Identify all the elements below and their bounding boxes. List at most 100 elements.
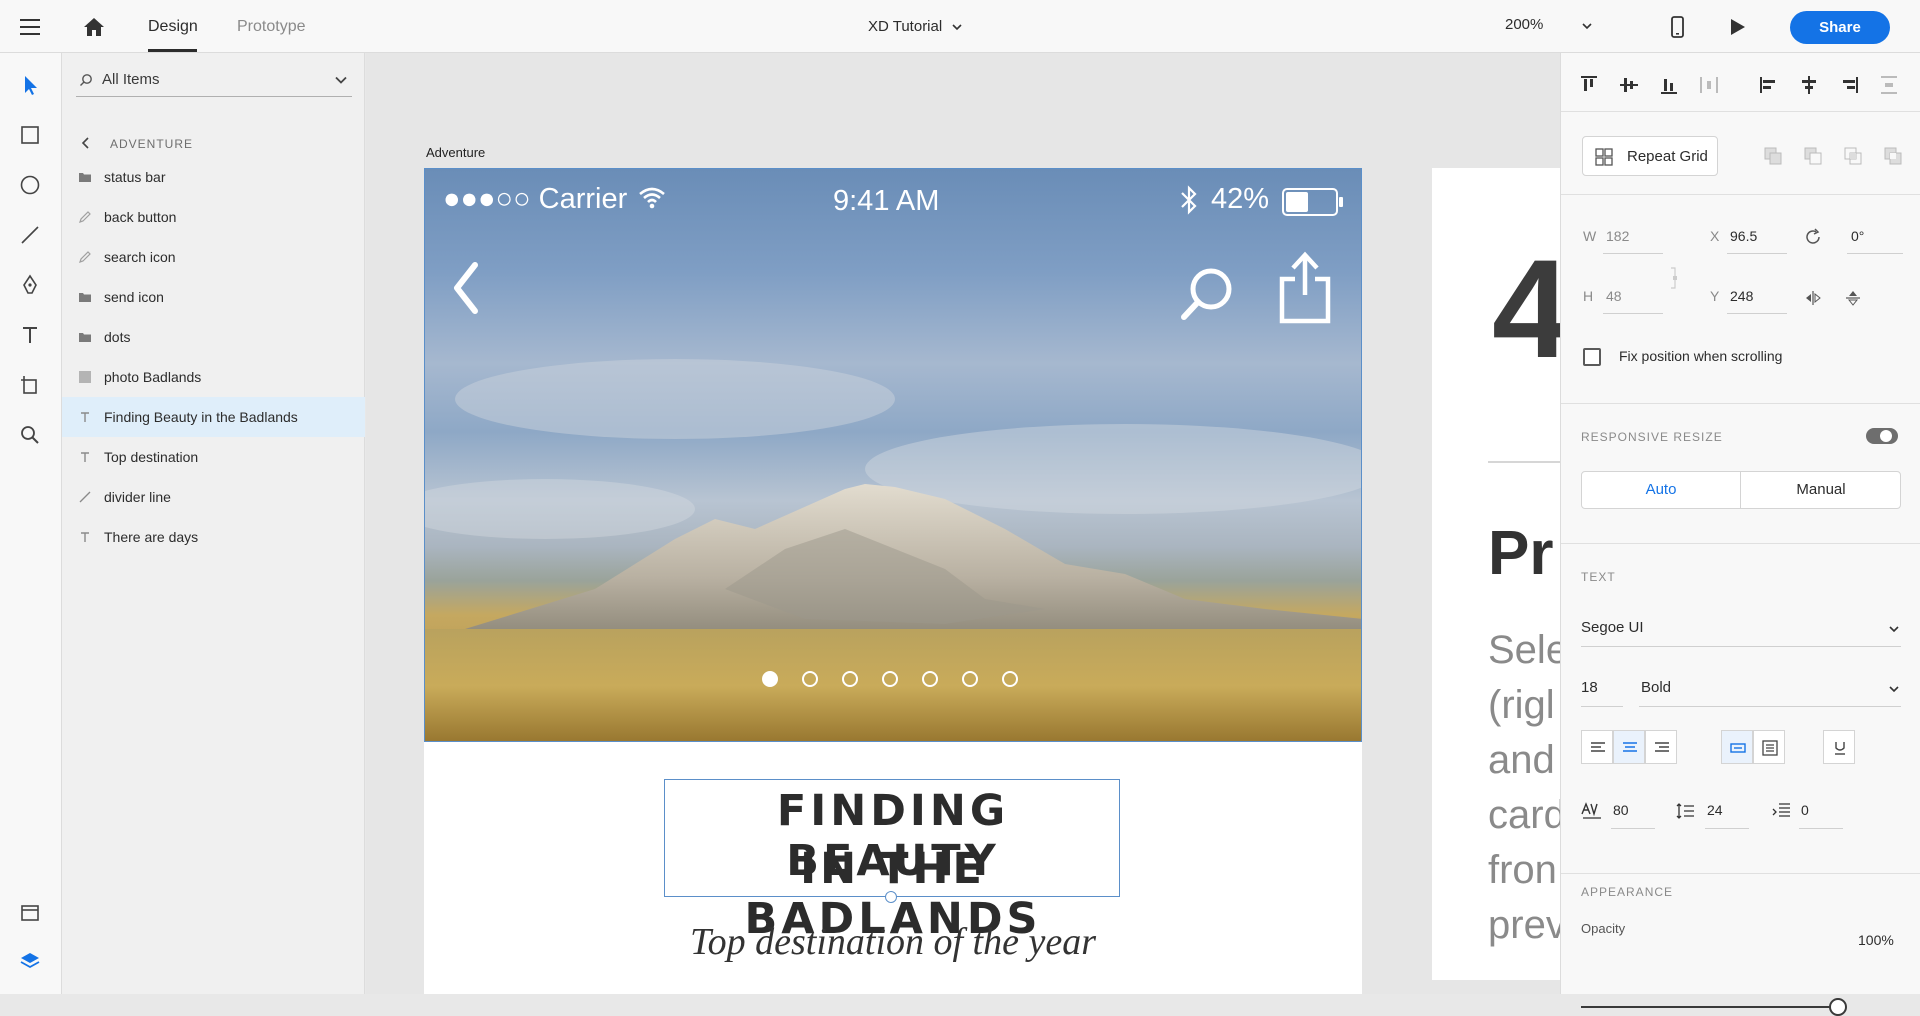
- tab-prototype[interactable]: Prototype: [237, 18, 305, 36]
- pen-tool-icon[interactable]: [18, 273, 42, 297]
- device-preview-icon[interactable]: [1665, 14, 1689, 40]
- align-middle-icon[interactable]: [1617, 73, 1641, 97]
- paragraph-spacing-field[interactable]: 0: [1801, 802, 1809, 818]
- document-title[interactable]: XD Tutorial: [868, 18, 942, 35]
- font-size-field[interactable]: 18: [1581, 679, 1598, 696]
- search-icon[interactable]: [1177, 265, 1237, 325]
- flip-horizontal-icon[interactable]: [1803, 288, 1823, 313]
- text-tool-icon[interactable]: [18, 323, 42, 347]
- align-left-icon[interactable]: [1757, 73, 1781, 97]
- layers-filter[interactable]: All Items: [76, 63, 352, 97]
- back-button-icon[interactable]: [447, 259, 483, 319]
- share-button[interactable]: Share: [1790, 11, 1890, 44]
- opacity-slider-handle[interactable]: [1829, 998, 1847, 1016]
- opacity-value[interactable]: 100%: [1858, 932, 1894, 948]
- chevron-down-icon[interactable]: [1887, 622, 1901, 641]
- carousel-dot-active[interactable]: [762, 671, 778, 687]
- rotation-field[interactable]: 0°: [1851, 228, 1864, 244]
- chevron-down-icon[interactable]: [950, 20, 964, 34]
- distribute-horizontal-icon[interactable]: [1697, 73, 1721, 97]
- layer-item[interactable]: status bar: [62, 157, 365, 197]
- artboard-adventure[interactable]: ●●●○○ Carrier 9:41 AM 42% FINDING BEAUTY…: [424, 168, 1362, 994]
- layer-item[interactable]: Top destination: [62, 437, 365, 477]
- align-top-icon[interactable]: [1577, 73, 1601, 97]
- home-icon[interactable]: [80, 13, 108, 41]
- send-icon[interactable]: [1277, 251, 1333, 325]
- artboard-label[interactable]: Adventure: [426, 145, 485, 160]
- line-spacing-field[interactable]: 24: [1707, 802, 1723, 818]
- layer-item-selected[interactable]: Finding Beauty in the Badlands: [62, 397, 365, 437]
- font-weight-dropdown[interactable]: Bold: [1641, 679, 1671, 696]
- auto-width-text-button[interactable]: [1721, 730, 1753, 764]
- tab-design[interactable]: Design: [148, 18, 198, 36]
- width-field[interactable]: 182: [1606, 228, 1629, 244]
- text-align-left-button[interactable]: [1581, 730, 1613, 764]
- repeat-grid-button[interactable]: Repeat Grid: [1582, 136, 1718, 176]
- opacity-slider-track[interactable]: [1581, 1006, 1836, 1008]
- rectangle-tool-icon[interactable]: [18, 123, 42, 147]
- chevron-down-icon[interactable]: [1887, 682, 1901, 701]
- artboard-tool-icon[interactable]: [18, 373, 42, 397]
- distribute-vertical-icon[interactable]: [1877, 73, 1901, 97]
- boolean-intersect-icon[interactable]: [1843, 146, 1863, 166]
- carousel-dot[interactable]: [882, 671, 898, 687]
- resize-handle[interactable]: [885, 891, 897, 903]
- layer-item[interactable]: back button: [62, 197, 365, 237]
- design-canvas[interactable]: Adventure ●●●○○ Carrier 9:41 AM 42% FIND…: [366, 53, 1561, 994]
- height-field[interactable]: 48: [1606, 288, 1622, 304]
- assets-panel-icon[interactable]: [18, 901, 42, 925]
- bluetooth-icon: [1177, 183, 1201, 222]
- chevron-down-icon[interactable]: [334, 73, 348, 87]
- line-tool-icon[interactable]: [18, 223, 42, 247]
- carousel-dot[interactable]: [922, 671, 938, 687]
- selected-text-box[interactable]: FINDING BEAUTY IN THE BADLANDS: [664, 779, 1120, 944]
- text-align-right-button[interactable]: [1645, 730, 1677, 764]
- carousel-dot[interactable]: [842, 671, 858, 687]
- align-bottom-icon[interactable]: [1657, 73, 1681, 97]
- flip-vertical-icon[interactable]: [1843, 288, 1863, 313]
- select-tool-icon[interactable]: [18, 73, 42, 97]
- layer-item[interactable]: There are days: [62, 517, 365, 557]
- back-chevron-icon[interactable]: [80, 136, 92, 150]
- boolean-add-icon[interactable]: [1763, 146, 1783, 166]
- fix-position-label: Fix position when scrolling: [1619, 348, 1783, 364]
- lock-aspect-icon[interactable]: [1669, 266, 1681, 295]
- artboard-secondary[interactable]: 4 Pr Sele (rigl and card fron prev: [1432, 168, 1561, 980]
- carousel-dot[interactable]: [802, 671, 818, 687]
- hamburger-menu-icon[interactable]: [18, 14, 44, 40]
- layers-panel-icon[interactable]: [18, 949, 42, 973]
- fixed-size-text-button[interactable]: [1753, 730, 1785, 764]
- underline-button[interactable]: [1823, 730, 1855, 764]
- folder-icon: [78, 290, 92, 304]
- zoom-tool-icon[interactable]: [18, 423, 42, 447]
- layer-item[interactable]: photo Badlands: [62, 357, 365, 397]
- align-center-icon[interactable]: [1797, 73, 1821, 97]
- photo-badlands[interactable]: ●●●○○ Carrier 9:41 AM 42%: [424, 168, 1362, 742]
- text-align-center-button[interactable]: [1613, 730, 1645, 764]
- height-label: H: [1583, 288, 1594, 304]
- boolean-subtract-icon[interactable]: [1803, 146, 1823, 166]
- chevron-down-icon[interactable]: [1580, 19, 1594, 33]
- carousel-dot[interactable]: [1002, 671, 1018, 687]
- carousel-dots[interactable]: [760, 669, 1020, 689]
- align-right-icon[interactable]: [1837, 73, 1861, 97]
- layer-item[interactable]: send icon: [62, 277, 365, 317]
- ellipse-tool-icon[interactable]: [18, 173, 42, 197]
- status-bar[interactable]: ●●●○○ Carrier 9:41 AM 42%: [425, 169, 1361, 229]
- zoom-level[interactable]: 200%: [1505, 16, 1543, 33]
- font-family-dropdown[interactable]: Segoe UI: [1581, 619, 1644, 636]
- carousel-dot[interactable]: [962, 671, 978, 687]
- layer-item[interactable]: dots: [62, 317, 365, 357]
- character-spacing-field[interactable]: 80: [1613, 802, 1629, 818]
- y-field[interactable]: 248: [1730, 288, 1753, 304]
- layer-item[interactable]: search icon: [62, 237, 365, 277]
- resize-manual-button[interactable]: Manual: [1742, 472, 1900, 508]
- x-field[interactable]: 96.5: [1730, 228, 1757, 244]
- layer-item[interactable]: divider line: [62, 477, 365, 517]
- boolean-exclude-icon[interactable]: [1883, 146, 1903, 166]
- subtitle-text[interactable]: Top destination of the year: [424, 920, 1362, 964]
- play-icon[interactable]: [1724, 14, 1750, 40]
- x-label: X: [1710, 228, 1720, 244]
- resize-auto-button[interactable]: Auto: [1582, 472, 1741, 508]
- fix-position-checkbox[interactable]: [1583, 348, 1601, 366]
